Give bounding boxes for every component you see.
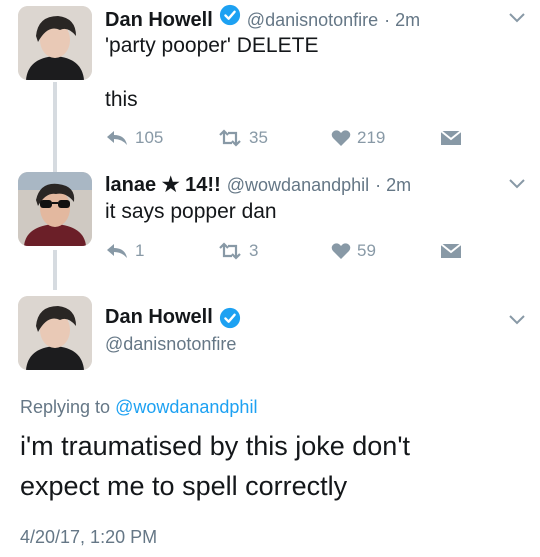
thread-connector [53,82,57,174]
reply-icon [107,131,127,145]
main-tweet-header: Dan Howell [105,306,241,329]
avatar-lanae[interactable] [18,172,92,246]
author-handle[interactable]: @danisnotonfire [105,334,236,355]
avatar-dan-howell[interactable] [18,296,92,370]
author-handle[interactable]: @danisnotonfire [247,10,378,31]
replying-to: Replying to @wowdanandphil [20,397,257,418]
verified-badge-icon [219,307,240,328]
heart-icon [331,130,351,146]
author-name[interactable]: lanae ★ 14!! [105,172,221,197]
retweet-count: 3 [249,241,259,260]
main-tweet-text-line1: i'm traumatised by this joke don't [20,431,410,461]
avatar-image [18,296,92,370]
thread-connector [53,250,57,290]
dm-envelope-icon[interactable] [440,243,462,259]
avatar-image [18,6,92,80]
retweet-count: 35 [249,128,268,147]
author-name[interactable]: Dan Howell [105,306,213,329]
tweet-time[interactable]: · 2m [375,175,411,196]
reply-icon [107,244,127,258]
chevron-down-icon[interactable] [508,178,526,190]
verified-badge-icon [219,4,240,26]
chevron-down-icon[interactable] [508,314,526,326]
replying-to-link[interactable]: @wowdanandphil [115,397,257,417]
replying-to-label: Replying to [20,397,111,417]
chevron-down-icon[interactable] [508,12,526,24]
retweet-button[interactable]: 3 [217,241,258,261]
tweet-time[interactable]: · 2m [384,10,420,31]
avatar-dan-howell[interactable] [18,6,92,80]
retweet-icon [219,129,241,147]
like-button[interactable]: 219 [331,128,385,148]
reply-button[interactable]: 105 [105,128,163,148]
like-button[interactable]: 59 [331,241,376,261]
main-tweet-text-line2: expect me to spell correctly [20,471,348,501]
reply-button[interactable]: 1 [105,241,144,261]
tweet-2-header: lanae ★ 14!! @wowdanandphil · 2m [105,172,411,197]
main-tweet-text: i'm traumatised by this joke don't expec… [20,426,410,506]
author-handle[interactable]: @wowdanandphil [227,175,369,196]
reply-count: 105 [135,128,164,147]
tweet-1-text-line2: this [105,88,138,111]
heart-icon [331,243,351,259]
like-count: 59 [357,241,376,260]
retweet-icon [219,242,241,260]
avatar-image [18,172,92,246]
tweet-1-header: Dan Howell @danisnotonfire · 2m [105,4,420,32]
like-count: 219 [357,128,386,147]
tweet-1-text-line1: 'party pooper' DELETE [105,34,319,57]
reply-count: 1 [135,241,145,260]
retweet-button[interactable]: 35 [217,128,268,148]
tweet-2-text: it says popper dan [105,200,277,223]
tweet-timestamp[interactable]: 4/20/17, 1:20 PM [20,527,157,548]
dm-envelope-icon[interactable] [440,130,462,146]
author-name[interactable]: Dan Howell [105,9,213,32]
